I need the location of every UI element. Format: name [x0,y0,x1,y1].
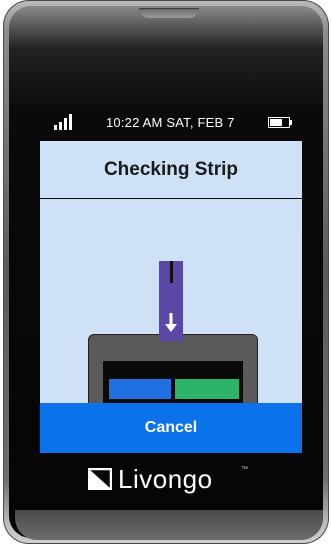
page-title: Checking Strip [40,141,302,199]
down-arrow-icon [165,313,177,332]
brand-name: Livongo [118,464,213,494]
device-notch [139,8,199,18]
app-screen: Checking Strip Cancel [40,141,302,453]
strip-contact-line [170,261,173,283]
meter-blue-panel [109,379,171,399]
signal-bars-icon [54,114,74,130]
meter-icon [88,334,258,421]
livongo-logo-icon [88,468,112,490]
battery-tip [290,120,292,125]
device-bottom-edge [15,510,323,540]
status-bar: 10:22 AM SAT, FEB 7 [40,110,302,136]
brand-trademark: ™ [241,466,248,473]
meter-green-panel [175,379,239,399]
cancel-button[interactable]: Cancel [40,403,302,453]
status-datetime: 10:22 AM SAT, FEB 7 [106,115,235,130]
test-strip-icon [159,261,183,341]
battery-icon [268,117,290,128]
battery-level [270,119,282,126]
